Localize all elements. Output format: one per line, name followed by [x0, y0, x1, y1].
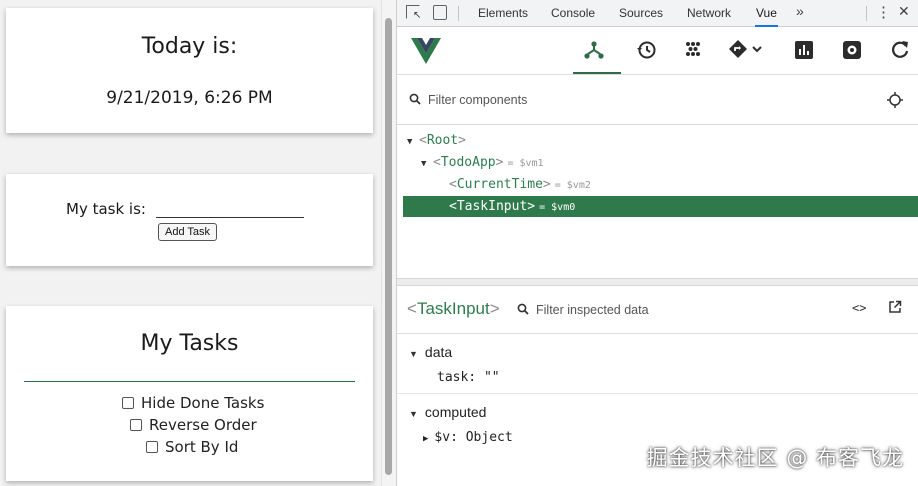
- tree-node-root[interactable]: ▼ <Root>: [403, 130, 918, 151]
- expand-arrow-icon[interactable]: ▼: [407, 132, 419, 153]
- expand-arrow-icon[interactable]: ▼: [421, 154, 433, 175]
- computed-section: ▼ computed ▶ $v: Object: [397, 395, 918, 486]
- app-viewport: Today is: 9/21/2019, 6:26 PM My task is:…: [0, 0, 396, 486]
- inspector-header: <TaskInput> <>: [397, 286, 918, 334]
- my-tasks-title: My Tasks: [140, 331, 239, 356]
- current-time-card: Today is: 9/21/2019, 6:26 PM: [6, 8, 373, 133]
- tree-node-todoapp[interactable]: ▼ <TodoApp> = $vm1: [403, 152, 918, 173]
- tab-console[interactable]: Console: [551, 0, 595, 27]
- devtools-tabbar: ↖ Elements Console Sources Network Vue »…: [397, 0, 918, 27]
- open-in-editor-icon[interactable]: [888, 300, 902, 314]
- current-datetime: 9/21/2019, 6:26 PM: [106, 88, 273, 108]
- refresh-icon[interactable]: [889, 39, 911, 61]
- page-scrollbar-thumb[interactable]: [385, 18, 392, 475]
- sort-by-id-checkbox[interactable]: [146, 441, 158, 453]
- add-task-button[interactable]: Add Task: [158, 223, 218, 241]
- search-icon: [409, 93, 421, 105]
- reverse-order-checkbox[interactable]: [130, 419, 142, 431]
- tab-vue[interactable]: Vue: [755, 0, 778, 27]
- active-tool-indicator: [573, 72, 621, 74]
- component-filter-input[interactable]: [428, 91, 728, 109]
- sort-by-id-option[interactable]: Sort By Id: [146, 438, 238, 456]
- task-input-card: My task is: Add Task: [6, 174, 373, 266]
- reverse-order-option[interactable]: Reverse Order: [130, 416, 257, 434]
- watermark: 掘金技术社区 @ 布客飞龙: [646, 446, 904, 470]
- my-tasks-card: My Tasks Hide Done Tasks Reverse Order S…: [6, 306, 373, 481]
- collapse-arrow-icon: ▼: [409, 349, 418, 359]
- routing-signpost-icon[interactable]: [728, 39, 764, 61]
- computed-prop-v[interactable]: ▶ $v: Object: [423, 430, 513, 445]
- inspected-component-title: <TaskInput>: [407, 299, 500, 318]
- vm-ref: = $vm0: [539, 202, 576, 213]
- tab-network[interactable]: Network: [687, 0, 731, 27]
- task-input[interactable]: [156, 199, 304, 218]
- today-title: Today is:: [141, 34, 238, 59]
- view-source-code-icon[interactable]: <>: [852, 301, 866, 315]
- computed-section-header[interactable]: ▼ computed: [409, 404, 486, 420]
- vuex-store-icon[interactable]: [682, 39, 704, 61]
- tree-node-taskinput-selected[interactable]: <TaskInput> = $vm0: [403, 196, 918, 217]
- pane-splitter[interactable]: [397, 278, 918, 286]
- performance-chart-icon[interactable]: [793, 39, 815, 61]
- component-filter-bar: [397, 75, 918, 125]
- components-tree-icon[interactable]: [583, 39, 605, 61]
- data-prop-task[interactable]: task: "": [437, 370, 500, 385]
- hide-done-tasks-label: Hide Done Tasks: [141, 394, 265, 412]
- vm-ref: = $vm2: [554, 180, 591, 191]
- vm-ref: = $vm1: [507, 158, 544, 169]
- timeline-history-icon[interactable]: [635, 39, 657, 61]
- data-section-header[interactable]: ▼ data: [409, 344, 452, 360]
- vue-logo-icon: [411, 38, 441, 64]
- search-icon: [517, 303, 529, 315]
- expand-arrow-icon: ▶: [423, 434, 429, 444]
- tab-elements[interactable]: Elements: [478, 0, 528, 27]
- select-component-target-icon[interactable]: [887, 92, 903, 108]
- sort-by-id-label: Sort By Id: [165, 438, 239, 456]
- inspected-data-filter-input[interactable]: [536, 301, 736, 319]
- tree-node-currenttime[interactable]: <CurrentTime> = $vm2: [403, 174, 918, 195]
- hide-done-tasks-checkbox[interactable]: [122, 397, 134, 409]
- tasks-divider: [24, 381, 355, 382]
- task-label: My task is:: [66, 200, 146, 218]
- kebab-menu-icon[interactable]: ⋮: [876, 3, 891, 21]
- collapse-arrow-icon: ▼: [409, 409, 418, 419]
- vue-toolbar: [397, 27, 918, 75]
- more-tabs-chevron-icon[interactable]: »: [796, 3, 804, 19]
- cursor-arrow-icon: ↖: [413, 10, 422, 21]
- reverse-order-label: Reverse Order: [149, 416, 257, 434]
- tabbar-divider: [458, 6, 459, 21]
- settings-gear-icon[interactable]: [841, 39, 863, 61]
- close-icon[interactable]: ✕: [898, 3, 910, 20]
- devtools-panel: ↖ Elements Console Sources Network Vue »…: [396, 0, 918, 486]
- data-section: ▼ data task: "": [397, 334, 918, 394]
- device-toolbar-icon[interactable]: [433, 5, 447, 20]
- hide-done-tasks-option[interactable]: Hide Done Tasks: [122, 394, 264, 412]
- tab-sources[interactable]: Sources: [619, 0, 663, 27]
- tabbar-divider-right: [866, 6, 867, 21]
